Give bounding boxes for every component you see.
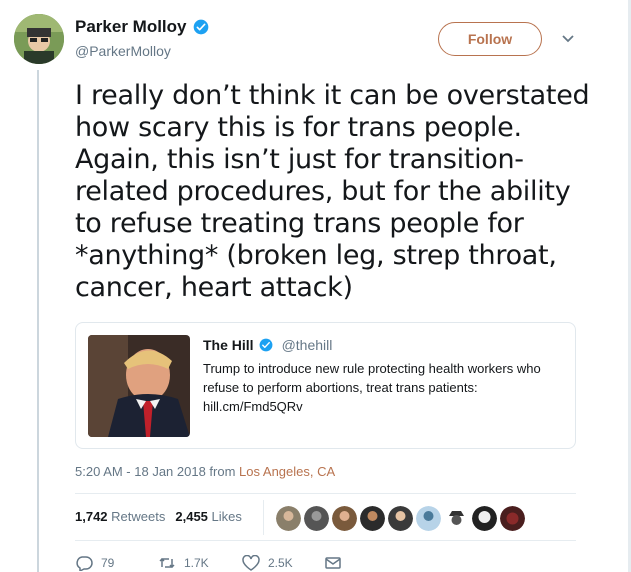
like-button[interactable]: 2.5K [242, 555, 324, 571]
tweet-actions: 79 1.7K 2.5K [75, 555, 342, 571]
liker-avatars [276, 506, 525, 531]
message-icon [325, 557, 341, 569]
liker-avatar[interactable] [500, 506, 525, 531]
liker-avatar[interactable] [416, 506, 441, 531]
retweet-icon [159, 557, 175, 569]
like-icon [242, 555, 260, 571]
quoted-tweet-image [88, 335, 190, 437]
like-count: 2.5K [268, 556, 293, 570]
reply-icon [76, 556, 93, 571]
retweets-stat[interactable]: 1,742 Retweets [75, 509, 165, 524]
author-handle[interactable]: @ParkerMolloy [75, 43, 171, 59]
timestamp-text: 5:20 AM - 18 Jan 2018 from [75, 464, 240, 479]
tweet-stats: 1,742 Retweets 2,455 Likes [75, 509, 242, 524]
location-link[interactable]: Los Angeles, CA [239, 464, 335, 479]
reply-count: 79 [101, 556, 115, 570]
author-name[interactable]: Parker Molloy [75, 17, 209, 37]
quoted-tweet-text: Trump to introduce new rule protecting h… [203, 361, 541, 414]
divider [75, 493, 576, 494]
reply-button[interactable]: 79 [75, 555, 158, 571]
liker-avatar[interactable] [304, 506, 329, 531]
quoted-author-name: The Hill [203, 337, 254, 353]
liker-avatar[interactable] [360, 506, 385, 531]
quoted-author-handle: @thehill [281, 337, 333, 353]
direct-message-button[interactable] [324, 555, 342, 571]
tweet-text: I really don’t think it can be overstate… [75, 80, 590, 303]
divider [75, 540, 576, 541]
likes-stat[interactable]: 2,455 Likes [175, 509, 242, 524]
liker-avatar[interactable] [444, 506, 469, 531]
divider [263, 500, 264, 535]
verified-badge-icon [259, 338, 272, 352]
tweet-timestamp: 5:20 AM - 18 Jan 2018 from Los Angeles, … [75, 464, 335, 479]
follow-button[interactable]: Follow [438, 22, 542, 56]
quoted-tweet[interactable]: The Hill @thehill Trump to introduce new… [75, 322, 576, 449]
liker-avatar[interactable] [276, 506, 301, 531]
author-avatar[interactable] [14, 14, 64, 64]
retweet-count: 1.7K [184, 556, 209, 570]
thread-line [37, 70, 39, 572]
quoted-author: The Hill @thehill [203, 337, 332, 353]
liker-avatar[interactable] [332, 506, 357, 531]
liker-avatar[interactable] [472, 506, 497, 531]
verified-badge-icon [193, 19, 208, 35]
chevron-down-icon[interactable] [562, 34, 574, 44]
liker-avatar[interactable] [388, 506, 413, 531]
retweet-button[interactable]: 1.7K [158, 555, 242, 571]
